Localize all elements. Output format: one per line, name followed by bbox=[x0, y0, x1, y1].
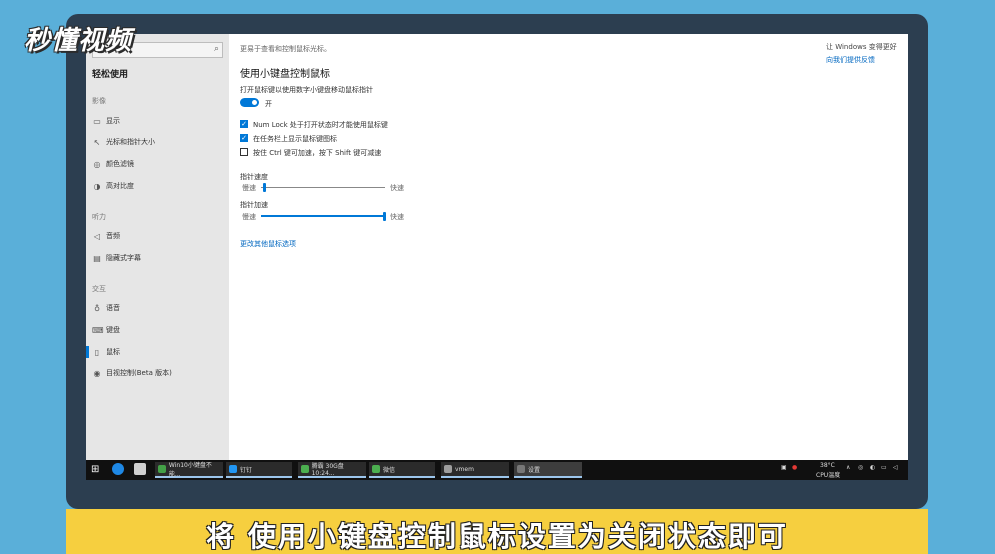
sidebar-item-cursor[interactable]: ↖ 光标和指针大小 bbox=[92, 135, 227, 149]
task-view-icon[interactable] bbox=[134, 463, 146, 475]
page-description: 更易于查看和控制鼠标光标。 bbox=[240, 45, 331, 53]
sidebar-item-captions[interactable]: ▤ 隐藏式字幕 bbox=[92, 251, 227, 265]
feedback-link[interactable]: 向我们提供反馈 bbox=[826, 55, 875, 65]
sidebar-item-color-filter[interactable]: ◎ 颜色滤镜 bbox=[92, 157, 227, 171]
main-content: 更易于查看和控制鼠标光标。 使用小键盘控制鼠标 打开鼠标键以使用数字小键盘移动鼠… bbox=[229, 34, 908, 460]
sidebar-item-eye-control[interactable]: ◉ 目视控制(Beta 版本) bbox=[92, 366, 227, 380]
tray-display-icon[interactable]: ▭ bbox=[881, 464, 887, 471]
subtitle-text: 将 使用小键盘控制鼠标设置为关闭状态即可 bbox=[206, 520, 788, 553]
more-mouse-options-link[interactable]: 更改其他鼠标选项 bbox=[240, 239, 296, 249]
checkbox-numlock-label: Num Lock 处于打开状态时才能使用鼠标键 bbox=[253, 121, 388, 129]
taskbar-app-settings[interactable]: 设置 bbox=[514, 462, 582, 478]
vmem-icon bbox=[444, 465, 452, 473]
taskbar-app-wechat[interactable]: 微信 bbox=[369, 462, 435, 478]
checkbox-taskbar-icon-label: 在任务栏上显示鼠标键图标 bbox=[253, 135, 337, 143]
sidebar-item-speech[interactable]: ♁ 语音 bbox=[92, 301, 227, 315]
sidebar-title: 轻松使用 bbox=[92, 70, 129, 80]
section-label-interaction: 交互 bbox=[92, 285, 106, 293]
cpu-temperature: 38°C bbox=[820, 462, 835, 469]
speaker-icon: ◁ bbox=[93, 231, 101, 241]
taskbar-app-cloud[interactable]: 腾霸 30G盘 10:24... bbox=[298, 462, 366, 478]
display-icon: ▭ bbox=[93, 116, 101, 126]
tray-speaker-icon[interactable]: ◁ bbox=[893, 464, 898, 471]
accel-max-label: 快速 bbox=[390, 213, 404, 221]
cloud-icon bbox=[301, 465, 309, 473]
checkbox-ctrl-shift-label: 按住 Ctrl 键可加速，按下 Shift 键可减速 bbox=[253, 149, 382, 157]
eye-icon: ◉ bbox=[93, 368, 101, 378]
section-label-hearing: 听力 bbox=[92, 213, 106, 221]
section-label-vision: 影像 bbox=[92, 97, 106, 105]
caption-icon: ▤ bbox=[93, 253, 101, 263]
checkbox-ctrl-shift[interactable] bbox=[240, 148, 248, 156]
speed-label: 指针速度 bbox=[240, 173, 268, 181]
cpu-temperature-label: CPU温度 bbox=[816, 472, 841, 479]
speed-min-label: 慢速 bbox=[242, 184, 256, 192]
dingtalk-icon bbox=[229, 465, 237, 473]
tray-app-icon[interactable]: ▣ bbox=[781, 464, 787, 471]
tray-network-icon[interactable]: ◐ bbox=[870, 464, 875, 471]
taskbar-app-vmem[interactable]: vmem bbox=[441, 462, 509, 478]
keyboard-icon: ⌨ bbox=[92, 325, 104, 335]
sidebar-item-mouse[interactable]: ▯ 鼠标 bbox=[86, 345, 227, 359]
section-title: 使用小键盘控制鼠标 bbox=[240, 69, 330, 80]
cursor-icon: ↖ bbox=[93, 137, 101, 147]
brand-logo: 秒懂视频 bbox=[24, 26, 133, 56]
tray-volume-icon[interactable]: ◎ bbox=[858, 464, 863, 471]
accel-label: 指针加速 bbox=[240, 201, 268, 209]
sidebar-item-display[interactable]: ▭ 显示 bbox=[92, 114, 227, 128]
browser-icon bbox=[158, 465, 166, 473]
feedback-title: 让 Windows 变得更好 bbox=[826, 43, 897, 51]
gear-icon bbox=[517, 465, 525, 473]
mouse-icon: ▯ bbox=[94, 347, 100, 357]
accel-min-label: 慢速 bbox=[242, 213, 256, 221]
subtitle-bar: 将 使用小键盘控制鼠标设置为关闭状态即可 bbox=[66, 509, 928, 554]
microphone-icon: ♁ bbox=[94, 303, 100, 313]
accel-slider-thumb[interactable] bbox=[383, 212, 386, 221]
accel-slider-fill bbox=[261, 215, 385, 217]
checkbox-numlock[interactable]: ✓ bbox=[240, 120, 248, 128]
wechat-icon bbox=[372, 465, 380, 473]
speed-slider-track[interactable] bbox=[261, 187, 385, 188]
taskbar: ⊞ Win10小键盘不能... 钉钉 腾霸 30G盘 10:24... 微信 v… bbox=[86, 460, 908, 480]
sidebar-item-keyboard[interactable]: ⌨ 键盘 bbox=[92, 323, 227, 337]
settings-window: ⌕ 轻松使用 影像 ▭ 显示 ↖ 光标和指针大小 ◎ 颜色滤镜 ◑ 高对比度 听力 ◁ 音… bbox=[86, 34, 908, 480]
toggle-state-label: 开 bbox=[265, 100, 272, 108]
search-icon: ⌕ bbox=[213, 44, 219, 54]
mouse-keys-toggle-label: 打开鼠标键以使用数字小键盘移动鼠标指针 bbox=[240, 86, 373, 94]
windows-start-icon[interactable]: ⊞ bbox=[91, 464, 99, 475]
tray-security-icon[interactable]: ● bbox=[792, 464, 797, 471]
sidebar-item-contrast[interactable]: ◑ 高对比度 bbox=[92, 179, 227, 193]
checkbox-taskbar-icon[interactable]: ✓ bbox=[240, 134, 248, 142]
tray-overflow-icon[interactable]: ∧ bbox=[846, 464, 850, 471]
mouse-keys-toggle[interactable] bbox=[240, 98, 259, 107]
contrast-icon: ◑ bbox=[93, 181, 101, 191]
speed-max-label: 快速 bbox=[390, 184, 404, 192]
magnifier-icon: ◎ bbox=[93, 159, 101, 169]
taskbar-app-browser[interactable]: Win10小键盘不能... bbox=[155, 462, 223, 478]
sidebar-item-audio[interactable]: ◁ 音频 bbox=[92, 229, 227, 243]
taskbar-app-dingtalk[interactable]: 钉钉 bbox=[226, 462, 292, 478]
cortana-icon[interactable] bbox=[112, 463, 124, 475]
sidebar: ⌕ 轻松使用 影像 ▭ 显示 ↖ 光标和指针大小 ◎ 颜色滤镜 ◑ 高对比度 听力 ◁ 音… bbox=[86, 34, 229, 460]
